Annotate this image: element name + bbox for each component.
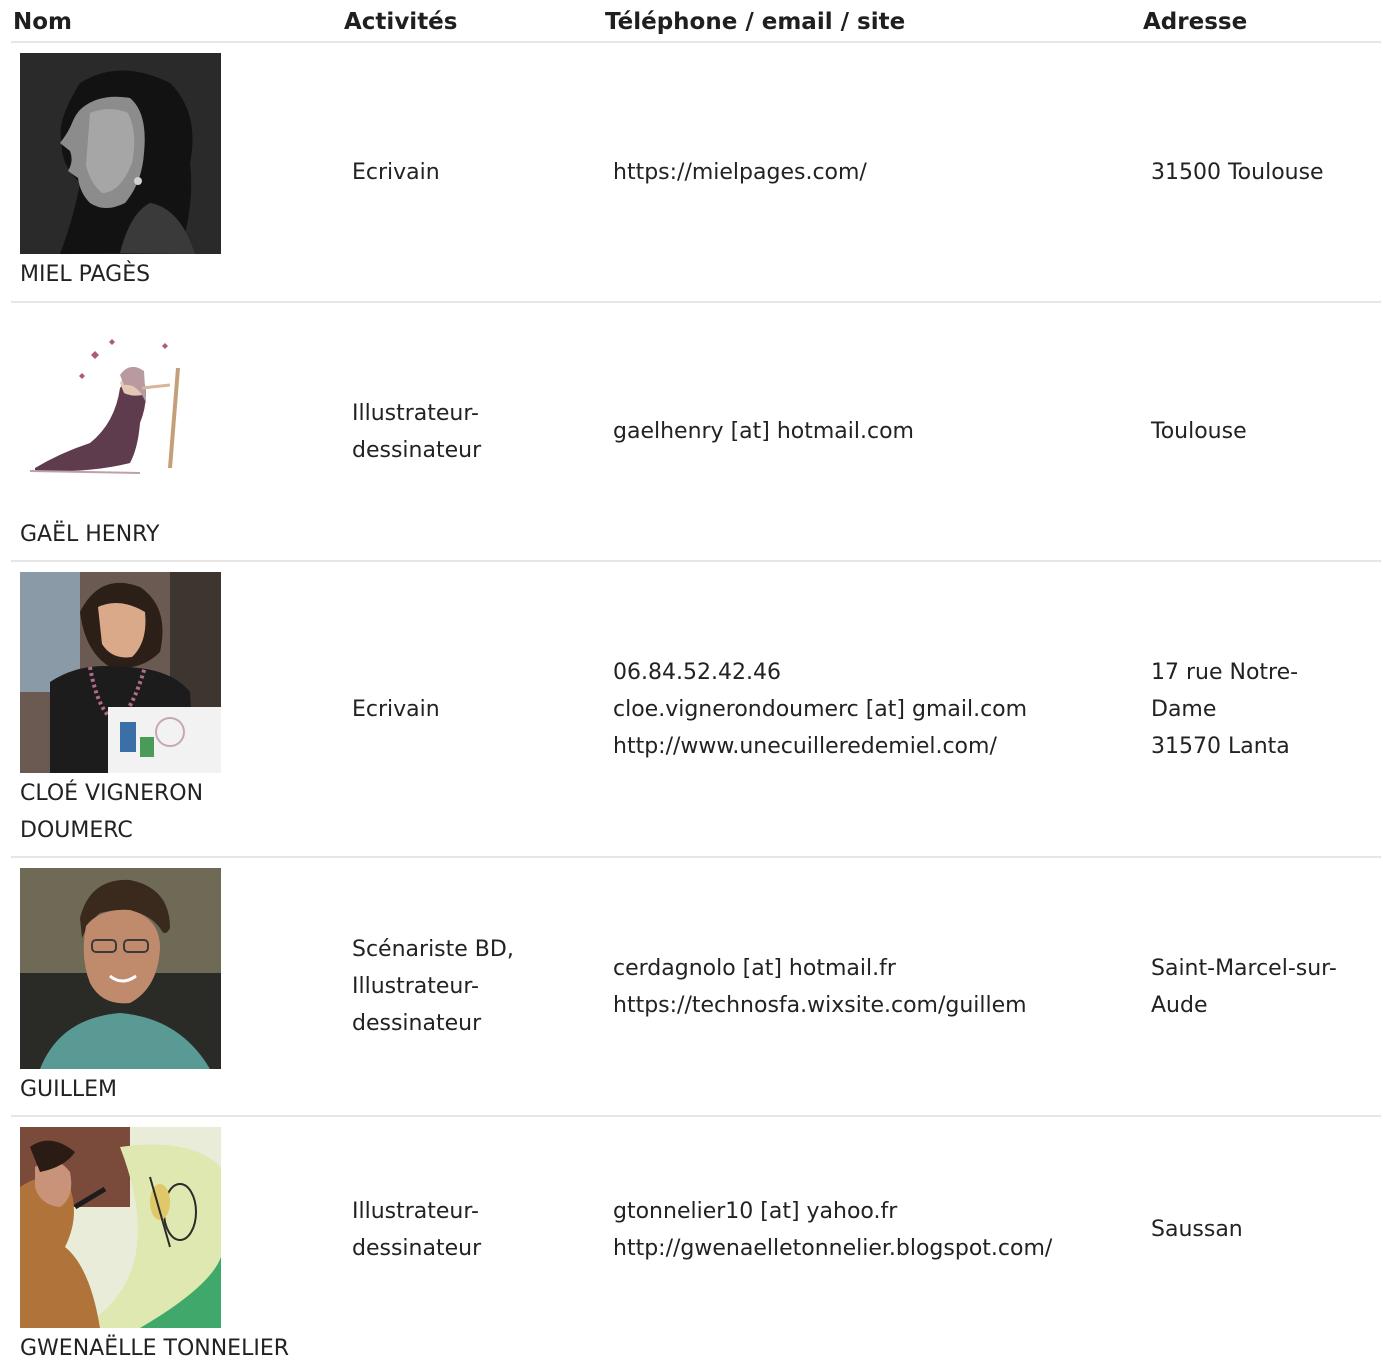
contact-line: gtonnelier10 [at] yahoo.fr [613,1198,898,1224]
contact-line: http://gwenaelletonnelier.blogspot.com/ [613,1235,1053,1261]
name-cell: GWENAËLLE TONNELIER [20,1127,289,1367]
table-row: MIEL PAGÈS Ecrivain https://mielpages.co… [11,43,1381,303]
table-row: CLOÉ VIGNERON DOUMERC Ecrivain 06.84.52.… [11,562,1381,858]
activity-line: Ecrivain [352,696,440,722]
contact-line: http://www.unecuilleredemiel.com/ [613,733,997,759]
address-cell: 17 rue Notre- Dame 31570 Lanta [1151,562,1379,856]
author-name-line: GAËL HENRY [20,522,160,547]
activity-line: Ecrivain [352,159,440,185]
address-line: Saint-Marcel-sur- [1151,955,1337,981]
contact-cell: gaelhenry [at] hotmail.com [613,303,1133,560]
activity-line: Illustrateur- [352,974,479,999]
header-contact: Téléphone / email / site [605,9,906,35]
activity-line: Illustrateur- [352,400,479,426]
activity-line: dessinateur [352,1235,482,1261]
contact-line: https://technosfa.wixsite.com/guillem [613,992,1027,1018]
author-name: GWENAËLLE TONNELIER [20,1330,289,1367]
table-row: GUILLEM Scénariste BD, Illustrateur- des… [11,858,1381,1117]
author-name: GAËL HENRY [20,516,221,553]
activity-line: dessinateur [352,437,482,463]
activity-line: Scénariste BD, [352,937,514,962]
address-line: Dame [1151,696,1217,722]
contact-line: gaelhenry [at] hotmail.com [613,419,914,444]
name-cell: CLOÉ VIGNERON DOUMERC [20,572,221,849]
activity-cell: Ecrivain [352,43,602,301]
activity-cell: Illustrateur- dessinateur [352,1117,602,1342]
address-cell: Toulouse [1151,303,1379,560]
table-row: GAËL HENRY Illustrateur- dessinateur gae… [11,303,1381,562]
activity-line: Illustrateur- [352,1198,479,1224]
table-header: Nom Activités Téléphone / email / site A… [11,0,1381,43]
name-cell: GAËL HENRY [20,313,221,553]
contact-cell: 06.84.52.42.46 cloe.vignerondoumerc [at]… [613,562,1133,856]
contact-line: 06.84.52.42.46 [613,659,781,685]
portrait-photo [20,868,221,1069]
header-name: Nom [13,9,73,35]
address-line: Aude [1151,992,1208,1018]
table-row: GWENAËLLE TONNELIER Illustrateur- dessin… [11,1117,1381,1368]
author-name: GUILLEM [20,1071,221,1108]
activity-cell: Illustrateur- dessinateur [352,303,602,560]
contact-cell: cerdagnolo [at] hotmail.fr https://techn… [613,858,1133,1115]
address-line: Toulouse [1151,419,1247,444]
name-cell: MIEL PAGÈS [20,53,221,293]
address-line: Saussan [1151,1217,1243,1242]
author-name-line: DOUMERC [20,818,133,843]
header-activities: Activités [344,9,458,35]
address-line: 31500 Toulouse [1151,159,1324,185]
contact-cell: https://mielpages.com/ [613,43,1133,301]
author-name-line: GWENAËLLE TONNELIER [20,1336,290,1361]
address-line: 31570 Lanta [1151,733,1290,759]
header-address: Adresse [1143,9,1248,35]
author-name-line: MIEL PAGÈS [20,262,151,287]
author-name: CLOÉ VIGNERON DOUMERC [20,775,221,849]
contact-line: cloe.vignerondoumerc [at] gmail.com [613,696,1028,722]
contact-line: cerdagnolo [at] hotmail.fr [613,955,896,981]
author-name: MIEL PAGÈS [20,256,221,293]
author-name-line: CLOÉ VIGNERON [20,781,204,806]
activity-cell: Ecrivain [352,562,602,856]
name-cell: GUILLEM [20,868,221,1108]
activity-cell: Scénariste BD, Illustrateur- dessinateur [352,858,602,1115]
address-cell: 31500 Toulouse [1151,43,1379,301]
address-cell: Saint-Marcel-sur- Aude [1151,858,1379,1115]
contact-cell: gtonnelier10 [at] yahoo.fr http://gwenae… [613,1117,1133,1342]
portrait-photo [20,572,221,773]
address-cell: Saussan [1151,1117,1379,1342]
portrait-photo [20,1127,221,1328]
author-name-line: GUILLEM [20,1077,118,1102]
contact-line: https://mielpages.com/ [613,159,867,185]
activity-line: dessinateur [352,1011,482,1036]
address-line: 17 rue Notre- [1151,659,1299,685]
illustration-image [20,313,221,514]
portrait-photo [20,53,221,254]
